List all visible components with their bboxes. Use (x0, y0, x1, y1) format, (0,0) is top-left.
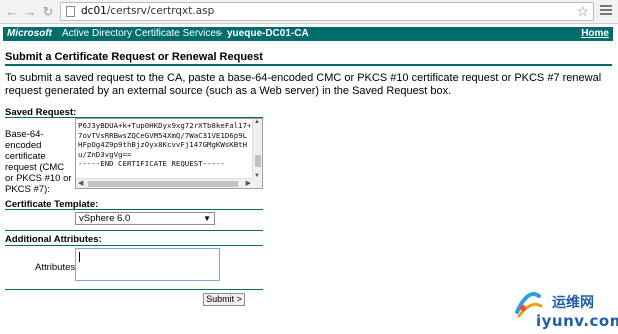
dropdown-arrow-icon[interactable]: ▼ (203, 213, 211, 224)
browser-menu-icon[interactable] (600, 5, 612, 17)
address-bar[interactable]: dc01/certsrv/certrqxt.asp ☆ (60, 2, 594, 21)
scroll-right-icon[interactable]: ▶ (246, 179, 251, 187)
attributes-divider (5, 245, 263, 246)
back-arrow-icon[interactable]: ← (4, 4, 20, 20)
text-cursor (79, 252, 80, 262)
attributes-textarea[interactable] (75, 248, 220, 281)
scroll-up-icon[interactable]: ▲ (254, 119, 260, 125)
bookmark-star-icon[interactable]: ☆ (576, 3, 589, 20)
reload-icon[interactable]: ↻ (40, 4, 56, 20)
template-divider (5, 209, 263, 210)
watermark-site-name: 运维网 (552, 295, 594, 311)
header-bar: Microsoft Active Directory Certificate S… (3, 27, 613, 41)
intro-text: To submit a saved request to the CA, pas… (5, 72, 602, 97)
title-divider (5, 64, 612, 66)
product-name: Active Directory Certificate Services (62, 28, 221, 39)
url-text[interactable]: dc01/certsrv/certrqxt.asp (81, 5, 214, 17)
header-separator: -- (216, 28, 223, 39)
horizontal-scroll-thumb[interactable] (88, 181, 238, 187)
home-link[interactable]: Home (581, 27, 609, 41)
selected-template: vSphere 6.0 (79, 213, 131, 224)
submit-button[interactable]: Submit > (203, 293, 245, 306)
forward-arrow-icon[interactable]: → (22, 4, 38, 20)
vertical-scrollbar[interactable]: ▲ ▼ (252, 119, 262, 179)
page-title: Submit a Certificate Request or Renewal … (5, 51, 263, 63)
watermark-url: iyunv.com (536, 312, 618, 330)
saved-request-textarea[interactable]: P6J3yBDUA+k+Tup0HKDyx9xg72rXTb8keFal17+ 7… (75, 118, 263, 189)
attributes-bottom-divider (5, 289, 263, 290)
page-icon (66, 6, 75, 17)
vertical-scroll-thumb[interactable] (255, 155, 261, 167)
scroll-left-icon[interactable]: ◀ (78, 179, 83, 187)
additional-attributes-label: Additional Attributes: (5, 234, 102, 245)
template-bottom-divider (5, 230, 263, 231)
attributes-field-label: Attributes: (35, 262, 78, 273)
certificate-template-select[interactable]: vSphere 6.0 ▼ (75, 212, 215, 225)
ca-name: yueque-DC01-CA (227, 28, 309, 39)
request-field-label: Base-64-encoded certificate request (CMC… (5, 129, 72, 195)
request-text: P6J3yBDUA+k+Tup0HKDyx9xg72rXTb8keFal17+ 7… (78, 121, 250, 169)
resize-grip[interactable] (252, 178, 262, 188)
browser-toolbar: ← → ↻ dc01/certsrv/certrqxt.asp ☆ (0, 0, 618, 24)
horizontal-scrollbar[interactable]: ◀ ▶ (76, 178, 253, 188)
brand-label: Microsoft (7, 28, 52, 39)
